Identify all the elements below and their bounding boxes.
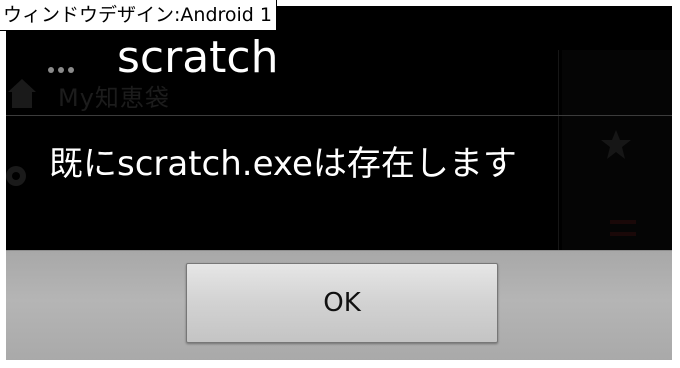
background-bar — [610, 232, 636, 236]
dialog-message: 既にscratch.exeは存在します — [49, 144, 517, 184]
title-divider — [6, 115, 672, 116]
window-caption-label: ウィンドウデザイン:Android 1 — [0, 0, 277, 31]
gear-icon — [6, 166, 26, 186]
dialog-title: scratch — [117, 32, 279, 83]
background-bar — [610, 220, 636, 224]
overflow-menu-icon — [48, 58, 84, 73]
ok-button[interactable]: OK — [186, 263, 498, 343]
badge-icon — [601, 130, 631, 159]
android-dialog: My知恵袋 scratch 既にscratch.exeは存在します OK — [6, 6, 672, 360]
dialog-button-bar: OK — [6, 250, 672, 360]
